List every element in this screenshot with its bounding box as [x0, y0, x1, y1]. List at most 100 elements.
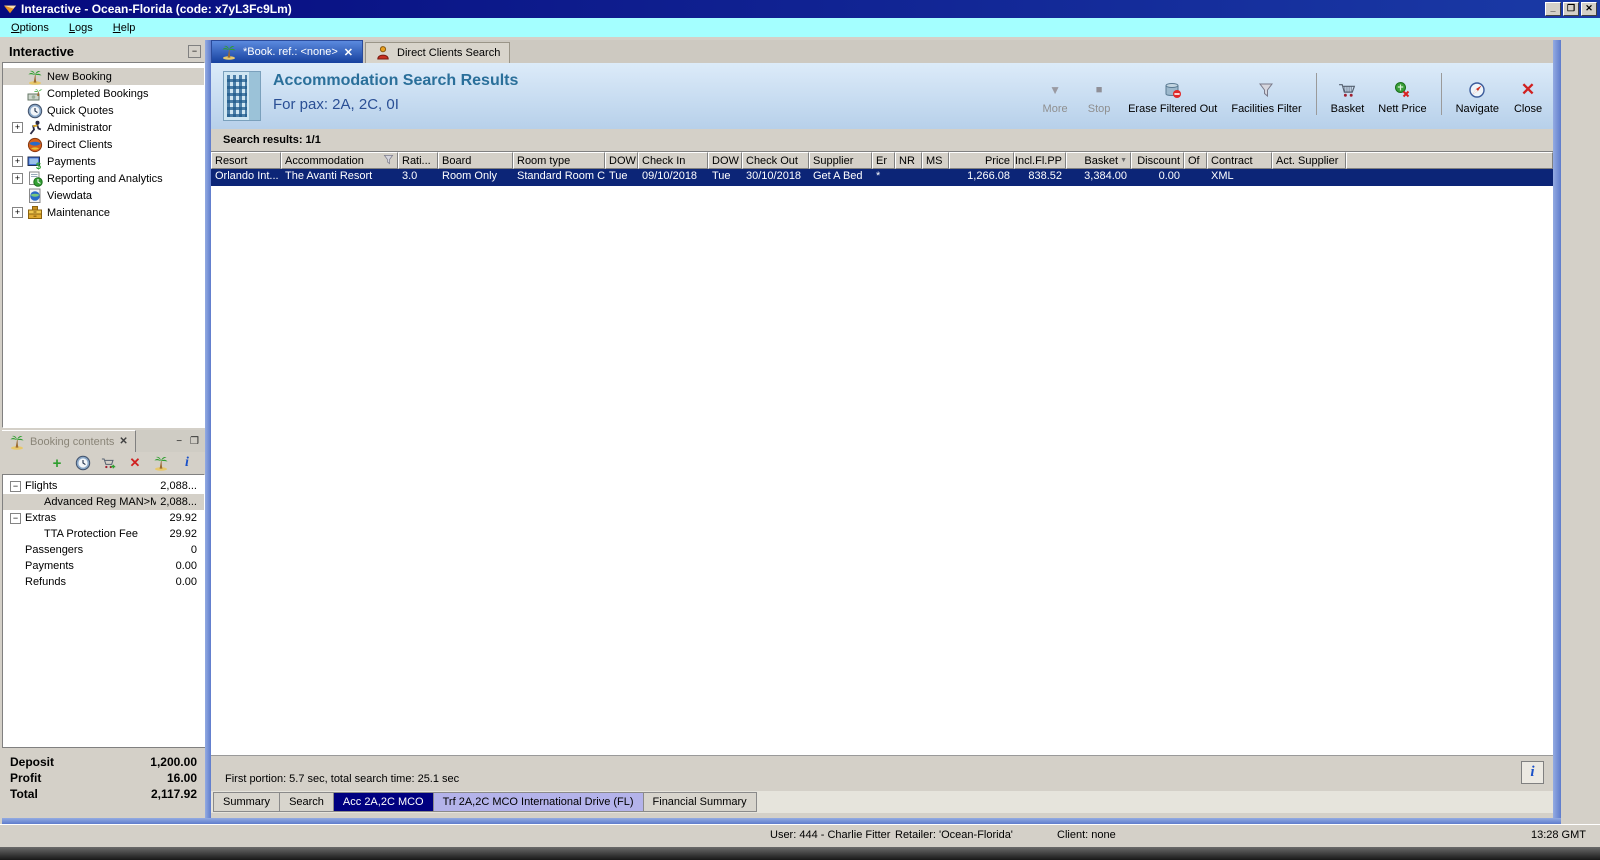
minimize-panel-button[interactable]: −	[176, 436, 182, 447]
column-header-accommodation[interactable]: Accommodation	[281, 152, 398, 169]
move-to-basket-icon[interactable]	[101, 455, 117, 471]
sidebar-item-administrator[interactable]: + Administrator	[3, 119, 204, 136]
nett-price-button[interactable]: Nett Price	[1378, 80, 1427, 115]
booking-row-payments[interactable]: Payments 0.00	[3, 558, 204, 574]
filter-funnel-icon[interactable]	[383, 154, 394, 168]
column-header-supplier[interactable]: Supplier	[809, 152, 872, 169]
booking-row-passengers[interactable]: Passengers 0	[3, 542, 204, 558]
column-header-er[interactable]: Er	[872, 152, 895, 169]
column-header-price[interactable]: Price	[949, 152, 1014, 169]
item-info-icon[interactable]: i	[179, 455, 195, 471]
column-header-nr[interactable]: NR	[895, 152, 922, 169]
sidebar-item-viewdata[interactable]: Viewdata	[3, 187, 204, 204]
tab-summary[interactable]: Summary	[213, 792, 281, 812]
column-header-of[interactable]: Of	[1184, 152, 1207, 169]
facilities-filter-button[interactable]: Facilities Filter	[1231, 80, 1302, 115]
tab-direct-clients-search[interactable]: Direct Clients Search	[365, 42, 511, 63]
availability-clock-icon[interactable]	[75, 455, 91, 471]
sidebar-item-payments[interactable]: + Payments	[3, 153, 204, 170]
search-results-count: Search results: 1/1	[223, 134, 321, 146]
cell-basket: 3,384.00	[1084, 170, 1127, 182]
expand-plus-icon[interactable]: +	[12, 156, 23, 167]
tab-book-ref[interactable]: *Book. ref.: <none> ✕	[211, 40, 364, 63]
sort-indicator-icon: ▼	[1120, 157, 1127, 164]
column-header-board[interactable]: Board	[438, 152, 513, 169]
add-item-icon[interactable]: +	[49, 455, 65, 472]
close-window-button[interactable]: ✕	[1581, 2, 1597, 16]
menu-logs[interactable]: Logs	[66, 21, 96, 35]
cell-rating: 3.0	[402, 170, 418, 182]
basket-button[interactable]: Basket	[1331, 80, 1364, 115]
column-header-check-in[interactable]: Check In	[638, 152, 708, 169]
palm-tree-icon[interactable]	[153, 455, 169, 471]
stop-icon: ■	[1095, 84, 1103, 96]
column-header-dow-in[interactable]: DOW	[605, 152, 638, 169]
sidebar-item-maintenance[interactable]: + Maintenance	[3, 204, 204, 221]
cell-supplier: Get A Bed	[813, 170, 863, 182]
booking-row-value: 0.00	[175, 576, 197, 588]
tab-financial-summary[interactable]: Financial Summary	[643, 792, 757, 812]
tab-trf-mco[interactable]: Trf 2A,2C MCO International Drive (FL)	[433, 792, 644, 812]
trash-icon	[1163, 80, 1182, 100]
minimize-button[interactable]: _	[1545, 2, 1561, 16]
column-header-incl-fl-pp[interactable]: Incl.Fl.PP	[1014, 152, 1066, 169]
booking-row-label: TTA Protection Fee	[44, 528, 138, 540]
tab-search[interactable]: Search	[280, 792, 334, 812]
booking-row-refunds[interactable]: Refunds 0.00	[3, 574, 204, 590]
column-header-act-supplier[interactable]: Act. Supplier	[1272, 152, 1346, 169]
column-header-discount[interactable]: Discount	[1131, 152, 1184, 169]
expand-plus-icon[interactable]: +	[12, 122, 23, 133]
table-row[interactable]: Orlando Int... The Avanti Resort 3.0 Roo…	[211, 169, 1553, 186]
info-button[interactable]: i	[1521, 761, 1544, 784]
close-tab-icon[interactable]: ✕	[344, 46, 353, 59]
column-header-resort[interactable]: Resort	[211, 152, 281, 169]
sidebar-item-quick-quotes[interactable]: Quick Quotes	[3, 102, 204, 119]
booking-contents-tab[interactable]: Booking contents ✕	[2, 430, 136, 452]
maximize-panel-button[interactable]: ❐	[190, 436, 199, 447]
status-time: 13:28 GMT	[1530, 829, 1586, 841]
booking-row-flight-detail[interactable]: Advanced Reg MAN>M 2,088...	[3, 494, 204, 510]
column-header-room-type[interactable]: Room type	[513, 152, 605, 169]
tab-acc-mco[interactable]: Acc 2A,2C MCO	[333, 792, 434, 812]
close-results-button[interactable]: ✕ Close	[1513, 80, 1543, 115]
expand-plus-icon[interactable]: +	[12, 173, 23, 184]
navigate-button[interactable]: Navigate	[1456, 80, 1499, 115]
column-header-rating[interactable]: Rati...	[398, 152, 438, 169]
collapse-panel-button[interactable]: −	[188, 44, 201, 58]
maximize-button[interactable]: ❐	[1563, 2, 1579, 16]
red-globe-icon	[27, 137, 43, 153]
more-button[interactable]: ▼ More	[1040, 80, 1070, 115]
booking-row-flights[interactable]: − Flights 2,088...	[3, 478, 204, 494]
column-header-basket[interactable]: Basket ▼	[1066, 152, 1131, 169]
expand-plus-icon[interactable]: +	[12, 207, 23, 218]
page-subtitle: For pax: 2A, 2C, 0I	[273, 96, 399, 113]
summary-value: 16.00	[166, 771, 197, 785]
column-header-ms[interactable]: MS	[922, 152, 949, 169]
cell-check-out: 30/10/2018	[746, 170, 802, 182]
cell-nr	[895, 169, 922, 186]
close-panel-icon[interactable]: ✕	[119, 436, 127, 447]
sidebar-item-reporting-analytics[interactable]: + Reporting and Analytics	[3, 170, 204, 187]
booking-row-value: 0	[190, 544, 197, 556]
delete-item-icon[interactable]: ✕	[127, 455, 143, 471]
column-header-dow-out[interactable]: DOW	[708, 152, 742, 169]
menu-help[interactable]: Help	[110, 21, 139, 35]
collapse-minus-icon[interactable]: −	[10, 512, 21, 524]
clock-globe-icon	[27, 103, 43, 119]
stop-button[interactable]: ■ Stop	[1084, 80, 1114, 115]
erase-filtered-out-button[interactable]: Erase Filtered Out	[1128, 80, 1217, 115]
booking-row-label: Passengers	[25, 544, 84, 556]
column-header-contract[interactable]: Contract	[1207, 152, 1272, 169]
more-icon: ▼	[1049, 83, 1062, 97]
column-header-check-out[interactable]: Check Out	[742, 152, 809, 169]
booking-row-extras[interactable]: − Extras 29.92	[3, 510, 204, 526]
sidebar-item-completed-bookings[interactable]: Completed Bookings	[3, 85, 204, 102]
right-frame-strip	[1553, 40, 1561, 824]
booking-row-tta-fee[interactable]: TTA Protection Fee 29.92	[3, 526, 204, 542]
sidebar-item-label: Quick Quotes	[47, 104, 114, 117]
sidebar-item-new-booking[interactable]: New Booking	[3, 68, 204, 85]
collapse-minus-icon[interactable]: −	[10, 480, 21, 492]
sidebar-item-direct-clients[interactable]: Direct Clients	[3, 136, 204, 153]
booking-row-label: Extras	[25, 512, 57, 524]
menu-options[interactable]: Options	[8, 21, 52, 35]
